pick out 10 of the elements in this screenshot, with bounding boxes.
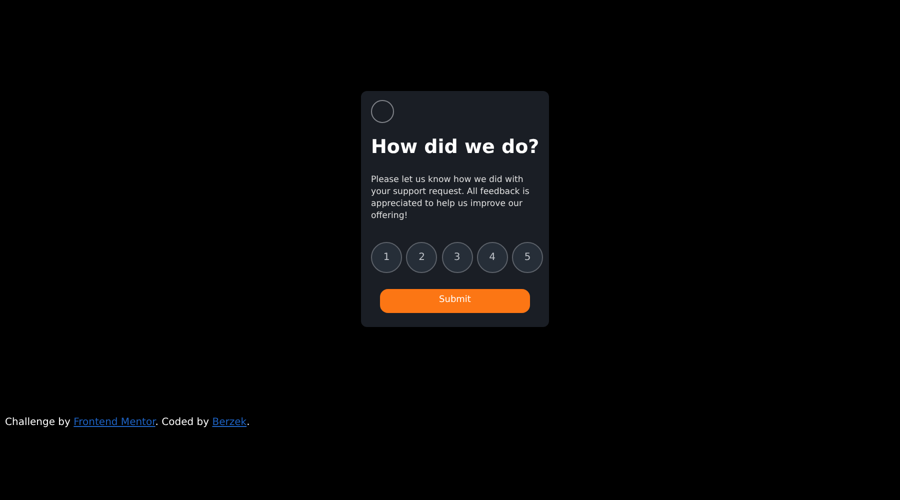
- attribution-text: Challenge by Frontend Mentor. Coded by Berzek.: [5, 416, 251, 430]
- attribution-link[interactable]: Frontend Mentor: [74, 417, 156, 428]
- rating-button[interactable]: 2: [406, 242, 438, 273]
- card-description: Please let us know how we did with your support request. All feedback is appreciated to help us improve our offering!: [371, 174, 530, 222]
- attribution-link[interactable]: Berzek: [212, 417, 247, 428]
- rating-button[interactable]: 5: [512, 242, 543, 273]
- card-title: How did we do?: [371, 135, 539, 159]
- rating-button[interactable]: 3: [442, 242, 472, 273]
- rating-button[interactable]: 1: [371, 242, 402, 273]
- rating-button[interactable]: 4: [476, 242, 508, 273]
